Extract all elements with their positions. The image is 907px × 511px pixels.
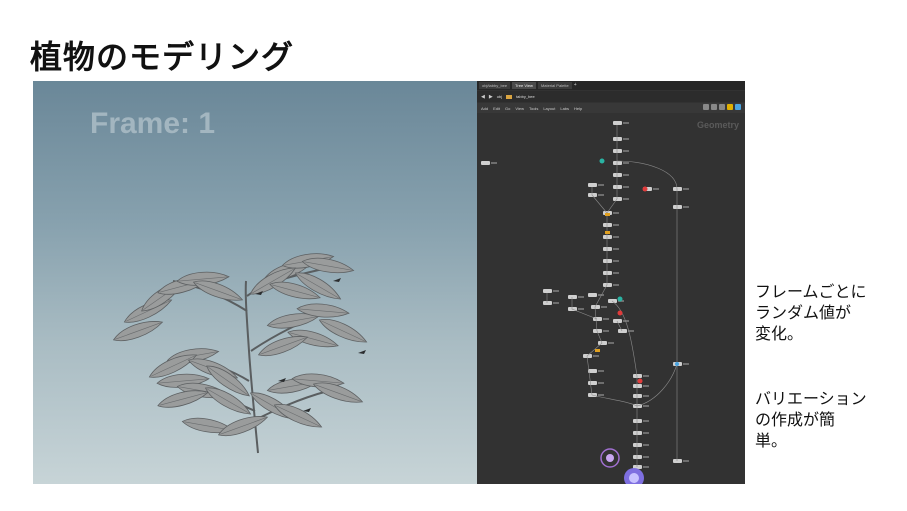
graph-node xyxy=(633,455,642,459)
graph-node xyxy=(588,293,597,297)
graph-node xyxy=(603,223,612,227)
graph-node xyxy=(673,205,682,209)
graph-node xyxy=(633,394,642,398)
graph-node xyxy=(603,235,612,239)
note-line: バリエーション xyxy=(755,389,867,408)
graph-node xyxy=(613,137,622,141)
graph-node xyxy=(613,149,622,153)
graph-node xyxy=(588,381,597,385)
graph-node xyxy=(543,301,552,305)
plant-model xyxy=(112,253,368,454)
graph-node xyxy=(673,187,682,191)
graph-node xyxy=(613,197,622,201)
graph-node xyxy=(673,459,682,463)
3d-viewport[interactable]: Frame: 1 xyxy=(33,81,477,484)
graph-node xyxy=(633,443,642,447)
graph-node xyxy=(633,431,642,435)
note-random-per-frame: フレームごとに ランダム値が 変化。 xyxy=(755,281,867,344)
graph-node xyxy=(481,161,490,165)
graph-node xyxy=(633,419,642,423)
graph-node xyxy=(593,317,602,321)
graph-node xyxy=(568,295,577,299)
note-line: 変化。 xyxy=(755,324,804,343)
note-line: ランダム値が xyxy=(755,303,852,322)
graph-node xyxy=(603,283,612,287)
graph-node xyxy=(633,374,642,378)
graph-node xyxy=(603,247,612,251)
graph-node xyxy=(543,289,552,293)
node-network-editor[interactable]: obj/tabby_bee Tree View Material Palette… xyxy=(477,81,745,484)
graph-node xyxy=(633,384,642,388)
graph-node xyxy=(598,341,607,345)
graph-node xyxy=(613,161,622,165)
graph-node xyxy=(588,193,597,197)
graph-node xyxy=(588,183,597,187)
graph-node xyxy=(613,173,622,177)
note-line: 単。 xyxy=(755,431,788,450)
node-graph[interactable] xyxy=(477,81,745,484)
graph-node xyxy=(603,259,612,263)
slide-title: 植物のモデリング xyxy=(30,38,295,76)
note-line: フレームごとに xyxy=(755,282,867,301)
graph-node xyxy=(613,121,622,125)
note-line: の作成が簡 xyxy=(755,410,836,429)
graph-node xyxy=(583,354,592,358)
graph-node xyxy=(618,329,627,333)
graph-node xyxy=(613,185,622,189)
note-variations-easy: バリエーション の作成が簡 単。 xyxy=(755,388,867,451)
graph-node xyxy=(603,271,612,275)
